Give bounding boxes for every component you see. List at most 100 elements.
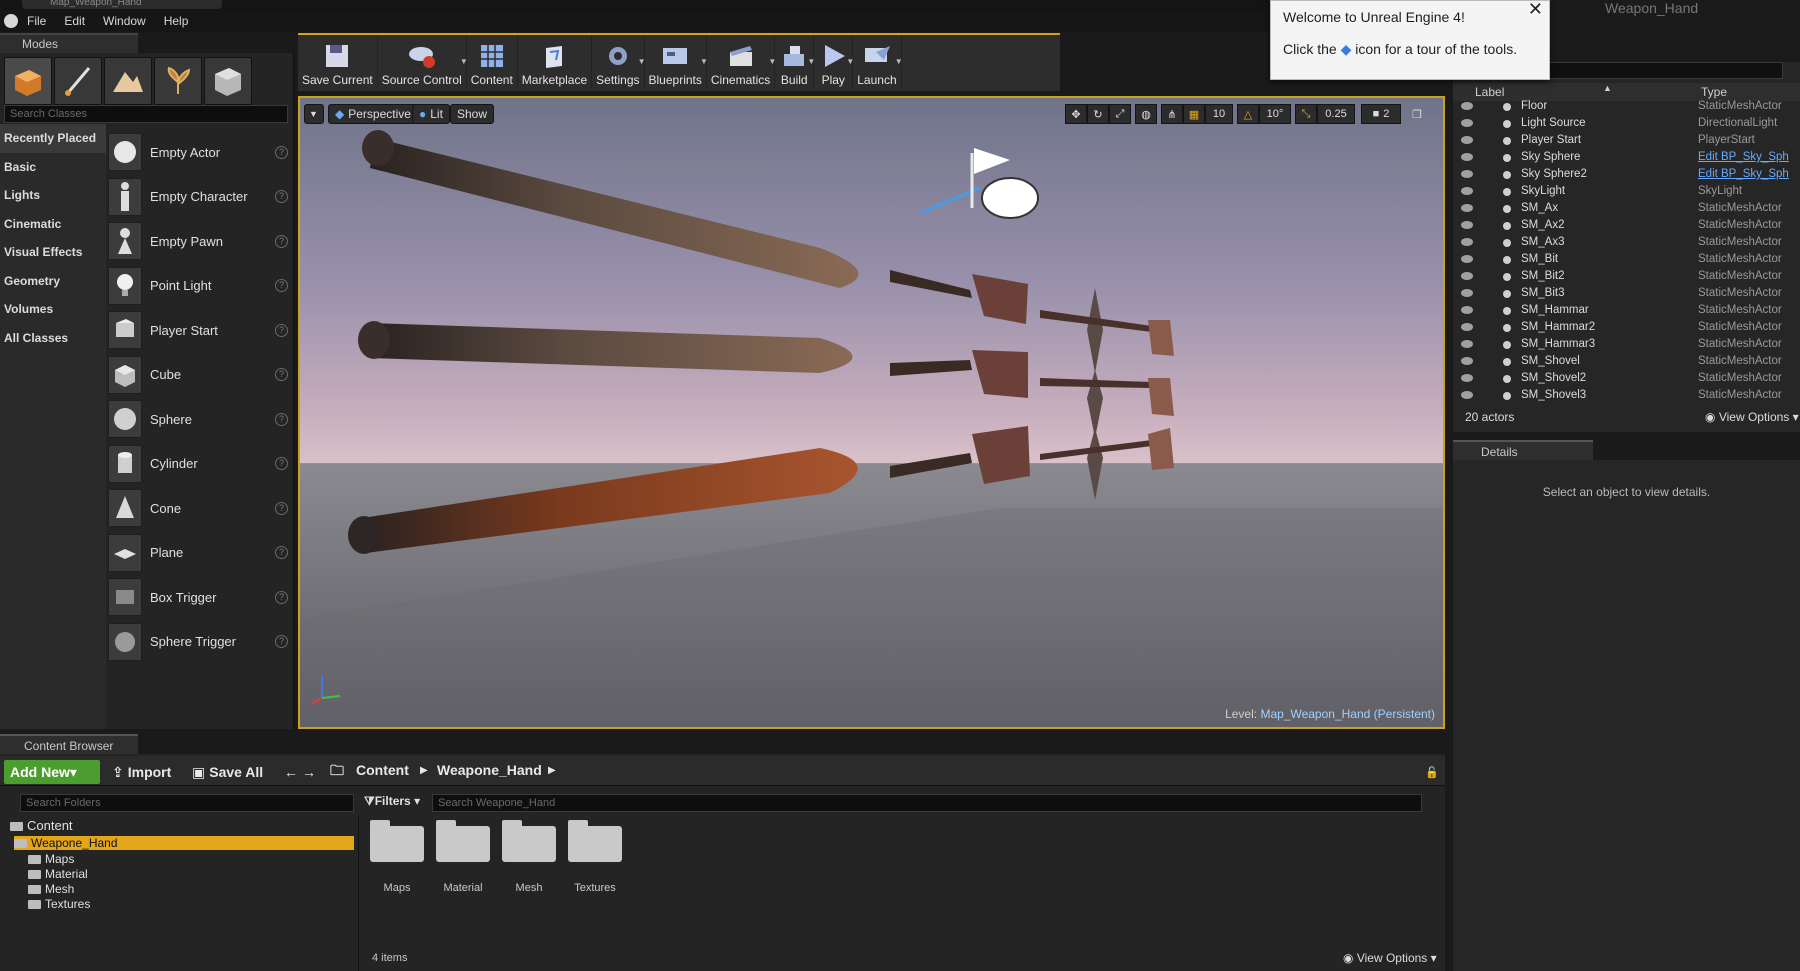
eye-icon[interactable]: [1461, 340, 1473, 348]
build-button[interactable]: Build ▼: [775, 35, 815, 89]
folder-tree-toggle[interactable]: 🗀: [330, 760, 344, 784]
category-lights[interactable]: Lights: [0, 181, 106, 210]
category-volumes[interactable]: Volumes: [0, 295, 106, 324]
geometry-mode-button[interactable]: [204, 57, 252, 105]
eye-icon[interactable]: [1461, 306, 1473, 314]
outliner-row[interactable]: Player Start PlayerStart: [1453, 133, 1800, 150]
outliner-row[interactable]: SM_Shovel2 StaticMeshActor: [1453, 371, 1800, 388]
category-basic[interactable]: Basic: [0, 153, 106, 182]
marketplace-button[interactable]: Marketplace: [518, 35, 593, 89]
lit-button[interactable]: ● Lit: [412, 104, 450, 124]
outliner-row[interactable]: SM_Ax2 StaticMeshActor: [1453, 218, 1800, 235]
eye-icon[interactable]: [1461, 204, 1473, 212]
viewport-options-button[interactable]: ▼: [304, 104, 324, 124]
filters-button[interactable]: ⧩Filters ▾: [364, 794, 420, 809]
landscape-mode-button[interactable]: [104, 57, 152, 105]
search-folders-input[interactable]: Search Folders: [20, 794, 354, 812]
outliner-row[interactable]: Sky Sphere2 Edit BP_Sky_Sph: [1453, 167, 1800, 184]
blueprints-button[interactable]: Blueprints ▼: [645, 35, 708, 89]
details-tab[interactable]: Details: [1453, 440, 1593, 460]
level-viewport[interactable]: ▼ ◆ Perspective ● Lit Show ✥ ↻ ⤢ ◍ ⋔ ▦ 10 …: [298, 96, 1445, 729]
tree-item-material[interactable]: Material: [28, 867, 88, 881]
perspective-button[interactable]: ◆ Perspective: [328, 104, 418, 124]
class-item-box-trigger[interactable]: Box Trigger?: [108, 575, 292, 620]
settings-button[interactable]: Settings ▼: [592, 35, 646, 89]
translate-mode-button[interactable]: ✥: [1065, 104, 1087, 124]
content-button[interactable]: Content: [467, 35, 518, 89]
outliner-row[interactable]: SM_Ax3 StaticMeshActor: [1453, 235, 1800, 252]
category-recently-placed[interactable]: Recently Placed: [0, 124, 106, 153]
outliner-row-type[interactable]: Edit BP_Sky_Sph: [1698, 168, 1789, 180]
eye-icon[interactable]: [1461, 153, 1473, 161]
play-button[interactable]: Play ▼: [814, 35, 854, 89]
outliner-view-options-button[interactable]: ◉ View Options ▾: [1705, 410, 1799, 424]
eye-icon[interactable]: [1461, 187, 1473, 195]
class-item-cylinder[interactable]: Cylinder?: [108, 442, 292, 487]
eye-icon[interactable]: [1461, 374, 1473, 382]
foliage-mode-button[interactable]: [154, 57, 202, 105]
eye-icon[interactable]: [1461, 272, 1473, 280]
save-all-button[interactable]: ▣ Save All: [192, 760, 263, 784]
eye-icon[interactable]: [1461, 102, 1473, 110]
maximize-viewport-button[interactable]: ❐: [1409, 104, 1425, 124]
level-name[interactable]: Map_Weapon_Hand (Persistent): [1260, 707, 1435, 721]
eye-icon[interactable]: [1461, 289, 1473, 297]
eye-icon[interactable]: [1461, 221, 1473, 229]
add-new-button[interactable]: Add New ▾: [4, 760, 100, 784]
grid-size-value[interactable]: 10: [1205, 104, 1233, 124]
eye-icon[interactable]: [1461, 136, 1473, 144]
outliner-row[interactable]: SkyLight SkyLight: [1453, 184, 1800, 201]
launch-button[interactable]: Launch ▼: [853, 35, 903, 89]
outliner-row[interactable]: Floor StaticMeshActor: [1453, 99, 1800, 116]
asset-folder-mesh[interactable]: Mesh: [501, 820, 557, 894]
scale-snap-toggle[interactable]: ⤡: [1295, 104, 1317, 124]
grid-snap-toggle[interactable]: ▦: [1183, 104, 1205, 124]
lock-icon[interactable]: 🔓: [1425, 760, 1439, 784]
content-browser-tab[interactable]: Content Browser: [0, 734, 138, 754]
show-button[interactable]: Show: [450, 104, 495, 124]
help-icon[interactable]: ?: [275, 635, 288, 649]
category-cinematic[interactable]: Cinematic: [0, 210, 106, 239]
rotation-snap-value[interactable]: 10°: [1259, 104, 1291, 124]
eye-icon[interactable]: [1461, 323, 1473, 331]
category-visual-effects[interactable]: Visual Effects: [0, 238, 106, 267]
outliner-row[interactable]: SM_Bit2 StaticMeshActor: [1453, 269, 1800, 286]
tree-item-textures[interactable]: Textures: [28, 897, 90, 911]
back-button[interactable]: ←: [284, 760, 298, 784]
help-icon[interactable]: ?: [275, 590, 288, 604]
class-item-point-light[interactable]: Point Light?: [108, 264, 292, 309]
tree-item-maps[interactable]: Maps: [28, 852, 74, 866]
help-icon[interactable]: ?: [275, 457, 288, 471]
outliner-row[interactable]: SM_Ax StaticMeshActor: [1453, 201, 1800, 218]
tree-item-mesh[interactable]: Mesh: [28, 882, 74, 896]
asset-folder-textures[interactable]: Textures: [567, 820, 623, 894]
paint-mode-button[interactable]: [54, 57, 102, 105]
cinematics-button[interactable]: Cinematics ▼: [707, 35, 776, 89]
project-name-tab[interactable]: Weapon_Hand: [1605, 0, 1698, 16]
menu-edit[interactable]: Edit: [55, 14, 94, 28]
eye-icon[interactable]: [1461, 119, 1473, 127]
content-view-options-button[interactable]: ◉ View Options ▾: [1343, 951, 1437, 965]
tree-root-content[interactable]: Content: [10, 818, 73, 833]
scale-snap-value[interactable]: 0.25: [1317, 104, 1355, 124]
forward-button[interactable]: →: [302, 760, 316, 784]
class-item-plane[interactable]: Plane?: [108, 531, 292, 576]
menu-help[interactable]: Help: [155, 14, 198, 28]
outliner-row[interactable]: SM_Bit StaticMeshActor: [1453, 252, 1800, 269]
menu-file[interactable]: File: [18, 14, 55, 28]
class-item-cone[interactable]: Cone?: [108, 486, 292, 531]
map-tab[interactable]: Map_Weapon_Hand: [22, 0, 222, 9]
close-icon[interactable]: ✕: [1528, 0, 1543, 20]
source-control-button[interactable]: Source Control ▼: [378, 35, 468, 89]
help-icon[interactable]: ?: [275, 145, 288, 159]
tutorial-icon[interactable]: ◆: [1341, 41, 1352, 57]
help-icon[interactable]: ?: [275, 323, 288, 337]
help-icon[interactable]: ?: [275, 546, 288, 560]
outliner-row[interactable]: SM_Hammar StaticMeshActor: [1453, 303, 1800, 320]
asset-folder-maps[interactable]: Maps: [369, 820, 425, 894]
eye-icon[interactable]: [1461, 170, 1473, 178]
class-item-sphere[interactable]: Sphere?: [108, 397, 292, 442]
outliner-row[interactable]: SM_Bit3 StaticMeshActor: [1453, 286, 1800, 303]
class-item-cube[interactable]: Cube?: [108, 353, 292, 398]
asset-folder-material[interactable]: Material: [435, 820, 491, 894]
